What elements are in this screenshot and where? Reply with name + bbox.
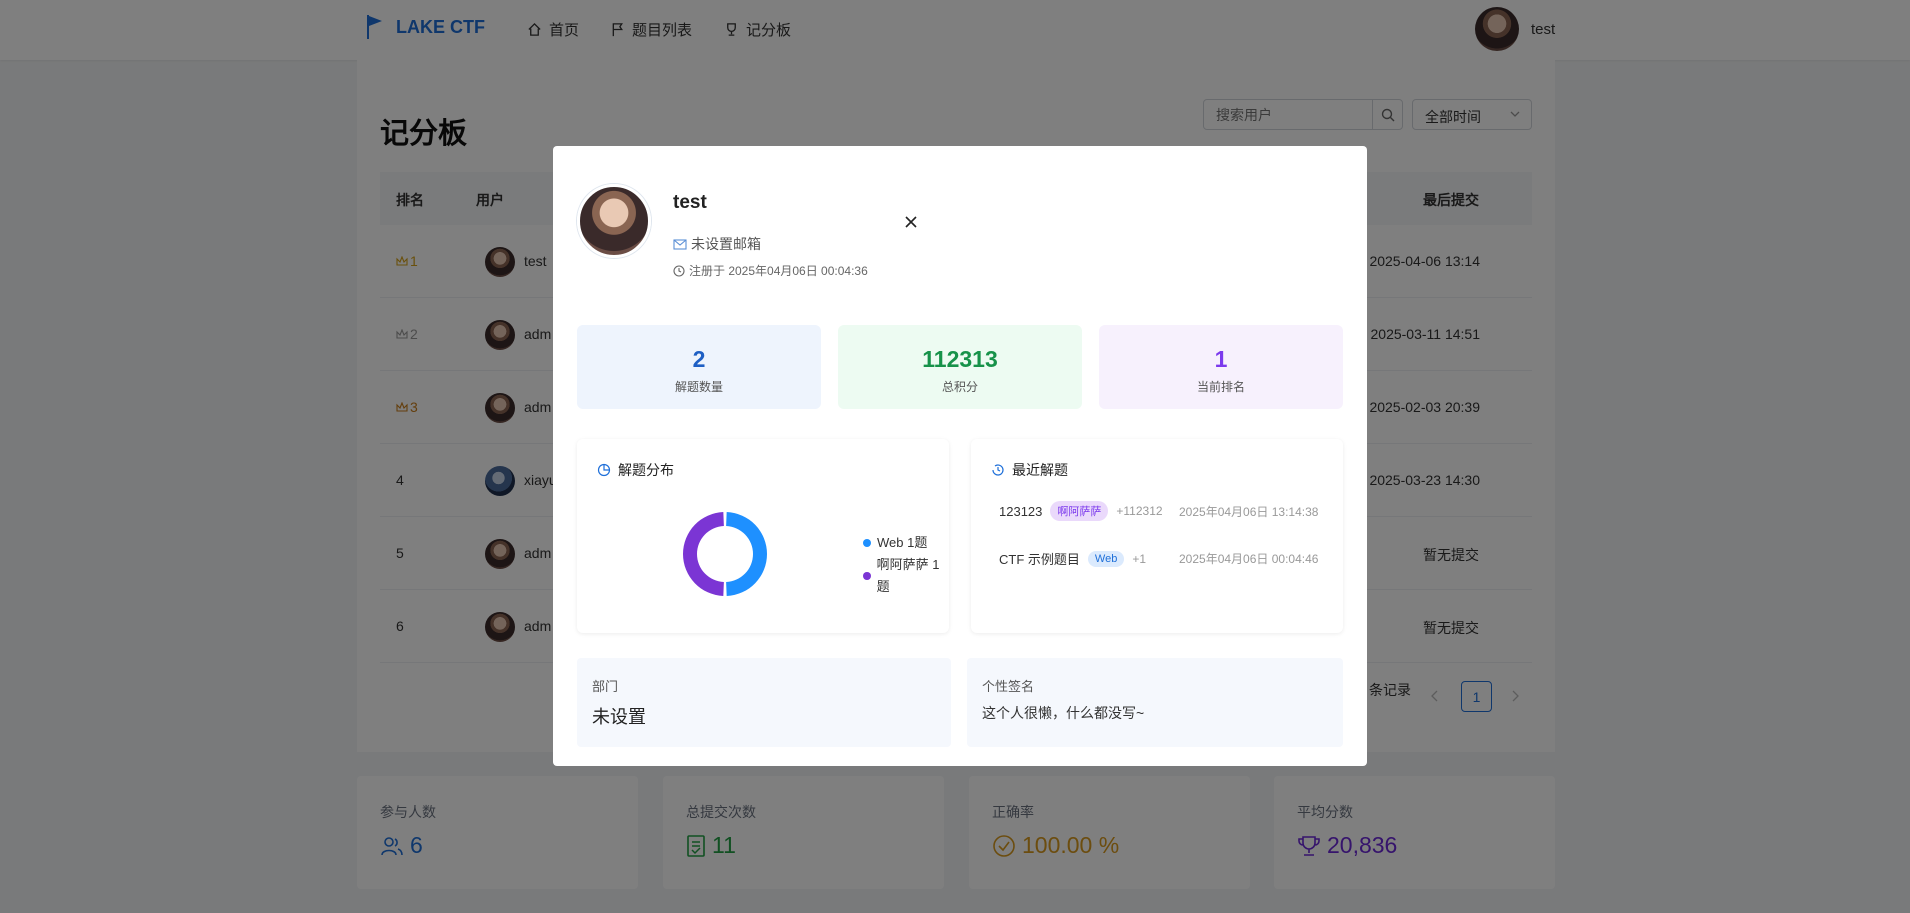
category-tag: 啊阿萨萨 — [1050, 501, 1109, 521]
profile-email: 未设置邮箱 — [673, 234, 761, 254]
solve-distribution-chart — [682, 512, 768, 596]
signature-label: 个性签名 — [982, 679, 1035, 694]
total-score-label: 总积分 — [941, 380, 978, 394]
current-rank-label: 当前排名 — [1196, 380, 1245, 394]
signature-value: 这个人很懒，什么都没写~ — [982, 705, 1145, 721]
department-section: 部门 未设置 — [577, 658, 951, 747]
solve-date: 2025年04月06日 00:04:46 — [1179, 552, 1319, 566]
legend-item[interactable]: 啊阿萨萨 1题 — [863, 554, 949, 598]
recent-solve-item[interactable]: CTF 示例题目 Web +1 2025年04月06日 00:04:46 — [999, 549, 1329, 568]
current-rank-box: 1 当前排名 — [1099, 325, 1343, 409]
panel-header: 解题分布 — [597, 460, 674, 480]
profile-name: test — [673, 192, 707, 213]
panel-title: 解题分布 — [618, 462, 674, 478]
recent-solves-panel: 最近解题 123123 啊阿萨萨 +112312 2025年04月06日 13:… — [971, 439, 1343, 633]
points: +1 — [1132, 551, 1146, 566]
solved-count-label: 解题数量 — [674, 380, 723, 394]
profile-email-text: 未设置邮箱 — [691, 236, 761, 252]
pie-chart-icon — [597, 463, 611, 477]
signature-section: 个性签名 这个人很懒，什么都没写~ — [967, 658, 1343, 747]
close-icon — [905, 216, 917, 228]
mail-icon — [673, 238, 687, 250]
legend-label: Web 1题 — [877, 535, 928, 550]
donut-slice-Web[interactable] — [726, 512, 768, 596]
chart-legend: Web 1题 啊阿萨萨 1题 — [863, 532, 949, 598]
points: +112312 — [1116, 504, 1163, 518]
solved-count-box: 2 解题数量 — [577, 325, 821, 409]
history-icon — [992, 464, 1004, 476]
close-button[interactable] — [901, 212, 921, 232]
challenge-name: 123123 — [999, 503, 1043, 519]
department-label: 部门 — [592, 679, 619, 694]
recent-solve-item[interactable]: 123123 啊阿萨萨 +112312 2025年04月06日 13:14:38 — [999, 501, 1329, 521]
challenge-name: CTF 示例题目 — [999, 552, 1080, 567]
avatar — [577, 184, 651, 258]
profile-registered: 注册于 2025年04月06日 00:04:36 — [673, 262, 868, 279]
total-score-value: 112313 — [922, 346, 998, 372]
current-rank-value: 1 — [1214, 346, 1228, 372]
solve-distribution-panel: 解题分布 Web 1题 啊阿萨萨 1题 — [577, 439, 949, 633]
panel-title: 最近解题 — [1012, 462, 1068, 478]
department-value: 未设置 — [592, 707, 646, 727]
panel-header: 最近解题 — [991, 460, 1068, 480]
user-profile-modal: test 未设置邮箱 注册于 2025年04月06日 00:04:36 2 解题… — [553, 146, 1367, 766]
profile-registered-text: 注册于 2025年04月06日 00:04:36 — [689, 264, 868, 278]
donut-slice-啊阿萨萨[interactable] — [682, 512, 724, 596]
clock-icon — [673, 264, 685, 277]
total-score-box: 112313 总积分 — [838, 325, 1082, 409]
solved-count-value: 2 — [692, 346, 706, 372]
legend-label: 啊阿萨萨 1题 — [876, 557, 940, 594]
category-tag: Web — [1087, 550, 1125, 567]
solve-date: 2025年04月06日 13:14:38 — [1179, 504, 1319, 519]
legend-item[interactable]: Web 1题 — [863, 532, 949, 554]
